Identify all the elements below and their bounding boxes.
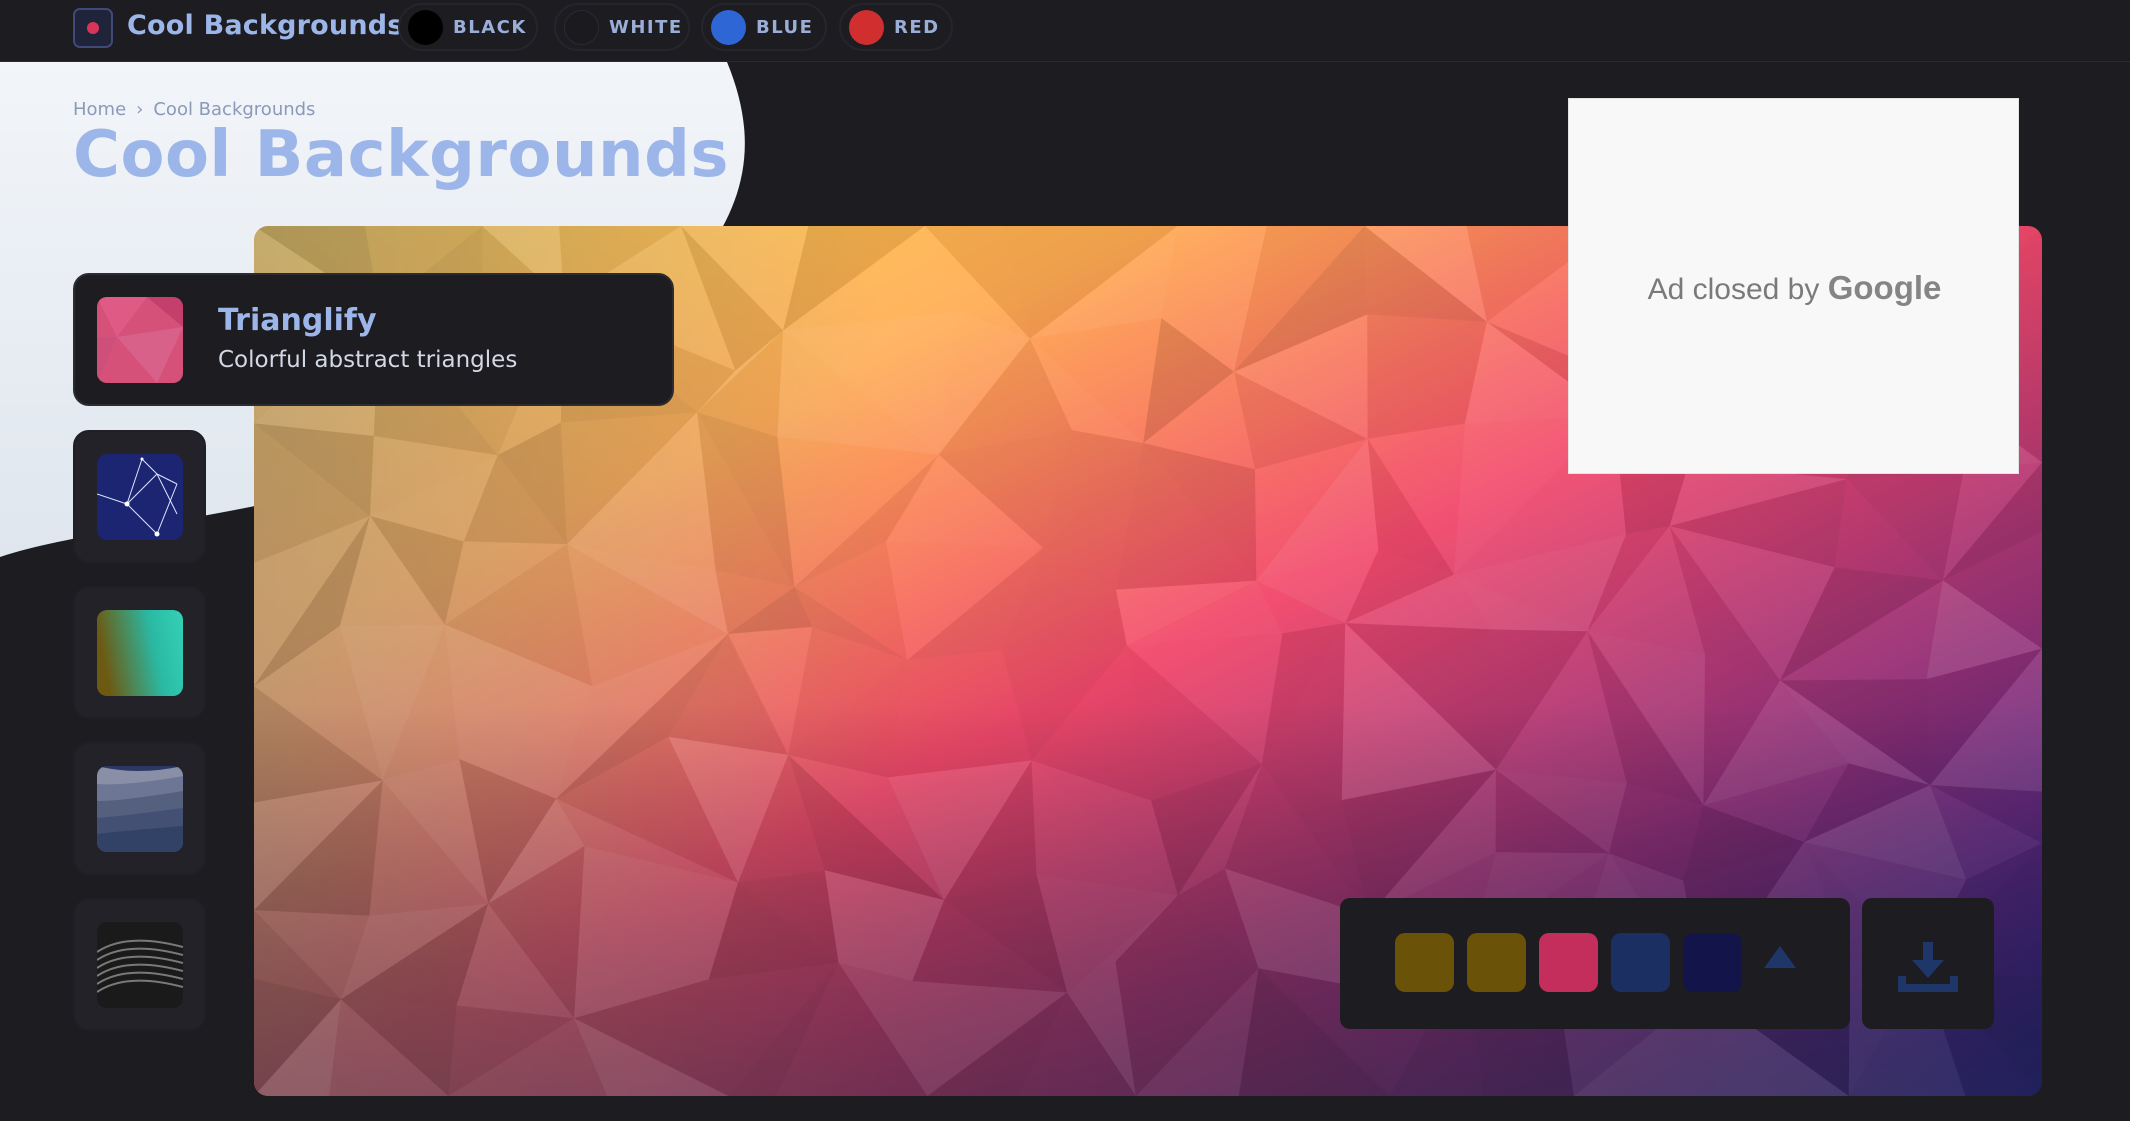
3d-waves-thumbnail [97, 922, 183, 1008]
palette-swatch[interactable] [1395, 933, 1454, 992]
black-dot-icon [408, 10, 443, 45]
pattern-description: Colorful abstract triangles [218, 347, 518, 373]
site-title[interactable]: Cool Backgrounds [127, 10, 404, 41]
top-navigation: Cool Backgrounds BLACK WHITE BLUE RED [0, 0, 2130, 62]
ad-container: Ad closed by Google [1568, 98, 2019, 474]
palette-swatch[interactable] [1683, 933, 1742, 992]
color-white-label: WHITE [609, 17, 683, 38]
white-dot-icon [564, 10, 599, 45]
page-title: Cool Backgrounds [73, 118, 729, 192]
pattern-card-trianglify[interactable]: Trianglify Colorful abstract triangles [73, 273, 674, 406]
particles-network-thumbnail [97, 454, 183, 540]
logo-icon[interactable] [73, 8, 113, 48]
color-blue-button[interactable]: BLUE [701, 3, 827, 51]
triangle-add-icon[interactable] [1764, 946, 1796, 968]
color-red-label: RED [894, 17, 940, 38]
breadcrumb-home-link[interactable]: Home [73, 99, 126, 120]
color-blue-label: BLUE [756, 17, 814, 38]
pattern-button-3d-waves[interactable] [73, 898, 206, 1031]
color-black-label: BLACK [453, 17, 527, 38]
pattern-button-gradient[interactable] [73, 586, 206, 719]
download-icon [1898, 942, 1958, 992]
color-red-button[interactable]: RED [839, 3, 953, 51]
trianglify-thumbnail [97, 297, 183, 383]
download-button[interactable] [1862, 898, 1994, 1029]
breadcrumb-current[interactable]: Cool Backgrounds [153, 99, 315, 120]
breadcrumb-separator: › [136, 99, 144, 120]
palette-swatch[interactable] [1539, 933, 1598, 992]
blue-dot-icon [711, 10, 746, 45]
ad-brand: Google [1827, 269, 1942, 306]
pattern-button-particles[interactable] [73, 430, 206, 563]
layered-waves-thumbnail [97, 766, 183, 852]
color-black-button[interactable]: BLACK [398, 3, 538, 51]
ad-closed-message: Ad closed by Google [1569, 269, 2020, 307]
palette-swatch[interactable] [1467, 933, 1526, 992]
color-white-button[interactable]: WHITE [554, 3, 690, 51]
pattern-name: Trianglify [218, 303, 377, 338]
gradient-thumbnail [97, 610, 183, 696]
palette-swatch[interactable] [1611, 933, 1670, 992]
red-dot-icon [849, 10, 884, 45]
pattern-button-layered-waves[interactable] [73, 742, 206, 875]
color-palette-bar [1340, 898, 1850, 1029]
breadcrumb: Home › Cool Backgrounds [73, 99, 315, 120]
ad-closed-prefix: Ad closed by [1647, 273, 1820, 306]
